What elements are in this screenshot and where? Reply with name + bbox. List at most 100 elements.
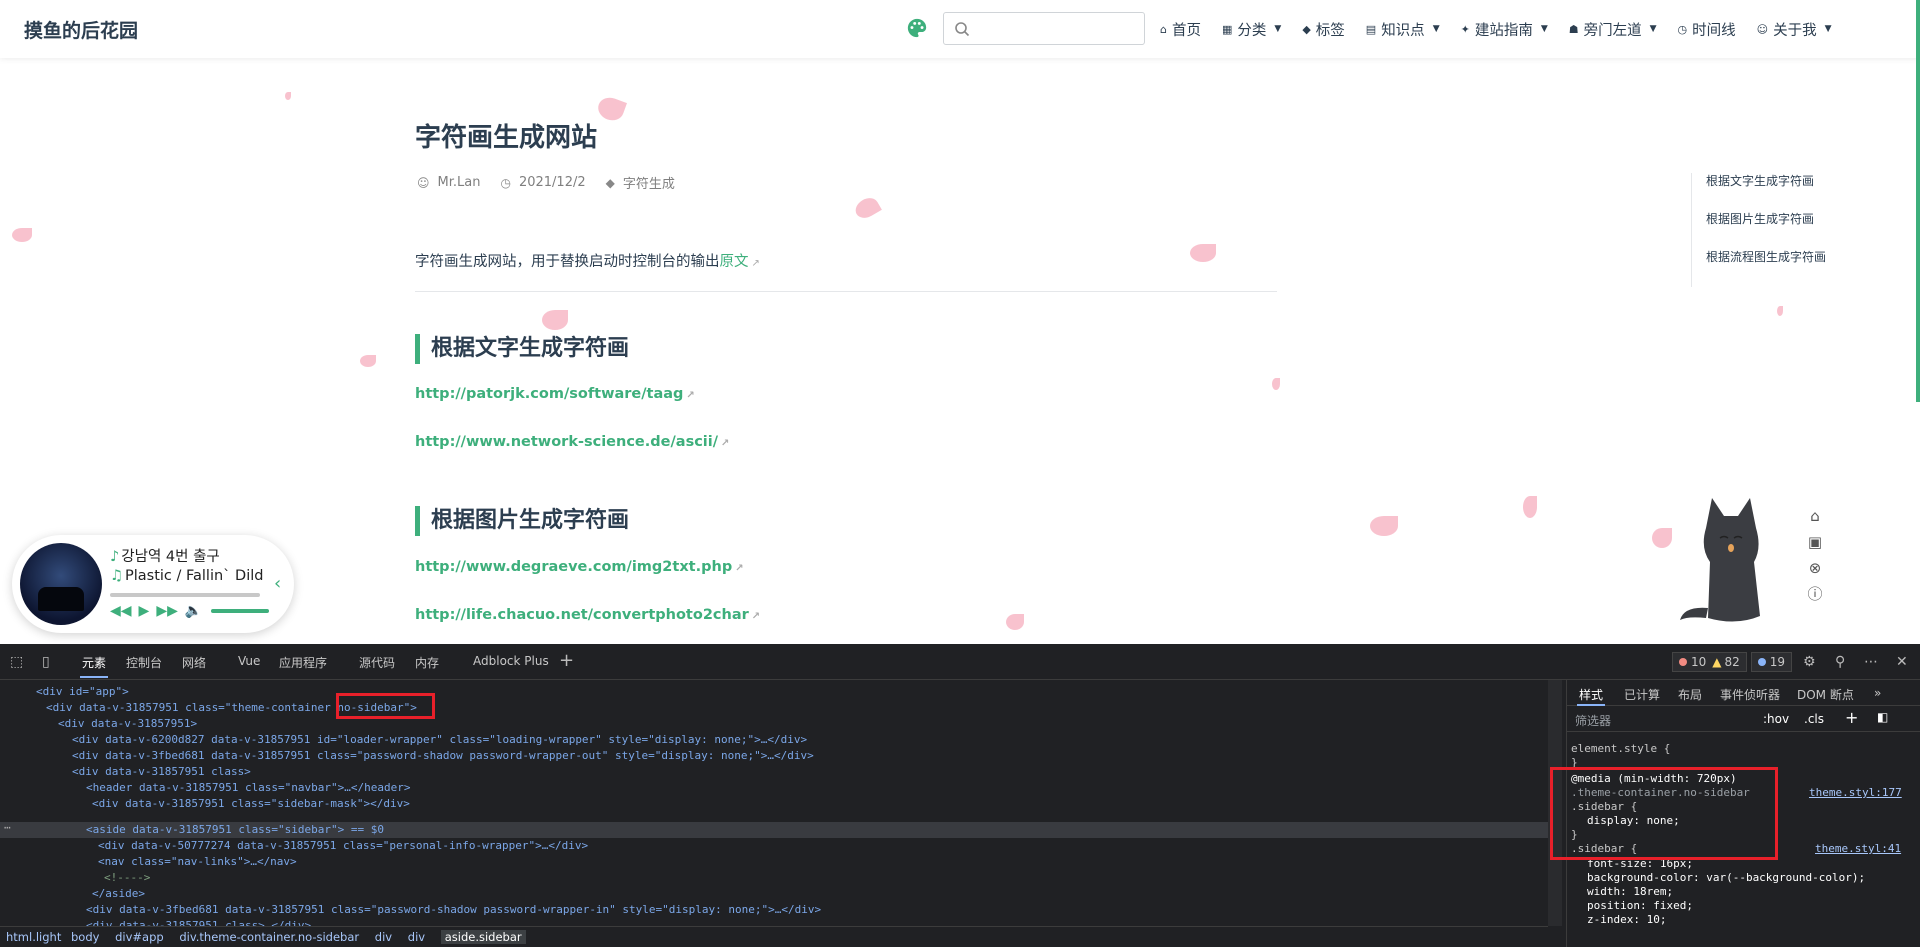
url-link[interactable]: http://life.chacuo.net/convertphoto2char… bbox=[415, 607, 760, 623]
breadcrumb-item[interactable]: div bbox=[375, 930, 392, 944]
dom-line[interactable]: <div data-v-3fbed681 data-v-31857951 cla… bbox=[72, 748, 814, 764]
style-rule-line[interactable]: width: 18rem; bbox=[1587, 885, 1673, 898]
tab-application[interactable]: 应用程序 bbox=[279, 654, 327, 671]
source-link[interactable]: 原文 bbox=[720, 254, 749, 270]
tab-sources[interactable]: 源代码 bbox=[359, 654, 395, 671]
petal-decoration bbox=[360, 355, 376, 367]
dom-line[interactable]: <header data-v-31857951 class="navbar">…… bbox=[86, 780, 411, 796]
url-link[interactable]: http://www.network-science.de/ascii/↗ bbox=[415, 434, 729, 450]
collapse-player-icon[interactable]: ‹ bbox=[274, 573, 281, 594]
issue-counts[interactable]: 10 ▲ 82 19 bbox=[1672, 652, 1796, 672]
toc-item[interactable]: 根据图片生成字符画 bbox=[1706, 211, 1826, 249]
home-icon[interactable]: ⌂ bbox=[1805, 506, 1825, 526]
nav-item-timeline[interactable]: ◷ 时间线 bbox=[1678, 19, 1736, 40]
style-rule-line[interactable]: background-color: var(--background-color… bbox=[1587, 871, 1865, 884]
breadcrumb-item[interactable]: div#app bbox=[115, 930, 164, 944]
info-icon[interactable]: ⓘ bbox=[1805, 584, 1825, 604]
toggle-sidebar-icon[interactable]: ◧ bbox=[1877, 710, 1888, 724]
dom-line[interactable]: <div data-v-31857951 class>…</div> bbox=[86, 918, 311, 926]
search-icon bbox=[955, 22, 970, 37]
chevron-down-icon: ▼ bbox=[1432, 24, 1440, 34]
album-cover[interactable] bbox=[20, 543, 102, 625]
breadcrumb-item[interactable]: body bbox=[71, 930, 99, 944]
palette-icon[interactable] bbox=[906, 17, 928, 39]
author[interactable]: Mr.Lan bbox=[438, 175, 481, 190]
add-rule-icon[interactable]: + bbox=[1845, 708, 1858, 727]
user-music-icon: ♫ bbox=[110, 568, 123, 584]
nav-item-tags[interactable]: ◆ 标签 bbox=[1302, 19, 1344, 40]
cls-toggle[interactable]: .cls bbox=[1804, 712, 1824, 726]
progress-bar[interactable] bbox=[110, 593, 260, 597]
article-tag[interactable]: 字符生成 bbox=[623, 173, 675, 192]
nav-item-about[interactable]: ☺ 关于我 ▼ bbox=[1757, 19, 1832, 40]
cat-mascot[interactable] bbox=[1676, 488, 1786, 628]
nav-item-guide[interactable]: ✦ 建站指南 ▼ bbox=[1461, 19, 1548, 40]
more-icon[interactable]: ⋯ bbox=[1864, 654, 1878, 670]
close-icon[interactable]: ✕ bbox=[1896, 654, 1908, 670]
site-name[interactable]: 摸鱼的后花园 bbox=[24, 16, 138, 43]
volume-icon[interactable]: 🔈 bbox=[185, 603, 202, 619]
customize-icon[interactable]: ⚲ bbox=[1835, 654, 1845, 670]
style-rule-line[interactable]: z-index: 10; bbox=[1587, 913, 1666, 926]
tag-icon: ◆ bbox=[605, 175, 615, 190]
tab-layout[interactable]: 布局 bbox=[1678, 686, 1702, 703]
music-note-icon: ♪ bbox=[110, 549, 120, 565]
toc-item[interactable]: 根据流程图生成字符画 bbox=[1706, 249, 1826, 287]
hov-toggle[interactable]: :hov bbox=[1763, 712, 1789, 726]
style-rule-line[interactable]: element.style { bbox=[1571, 742, 1670, 755]
filter-input[interactable]: 筛选器 bbox=[1575, 712, 1611, 729]
dom-line[interactable]: <!----> bbox=[104, 870, 150, 886]
nav-item-knowledge[interactable]: ▤ 知识点 ▼ bbox=[1366, 19, 1440, 40]
tab-computed[interactable]: 已计算 bbox=[1624, 686, 1660, 703]
inspect-icon[interactable]: ⬚ bbox=[10, 654, 23, 670]
tab-dom-breakpoints[interactable]: DOM 断点 bbox=[1797, 686, 1854, 703]
source-link[interactable]: theme.styl:177 bbox=[1809, 786, 1902, 799]
dom-line[interactable]: <div data-v-31857951 class> bbox=[72, 764, 251, 780]
dom-line[interactable]: <div data-v-50777274 data-v-31857951 cla… bbox=[98, 838, 588, 854]
breadcrumb-item[interactable]: html.light bbox=[6, 930, 61, 944]
more-tabs-icon[interactable]: » bbox=[1874, 686, 1881, 700]
gear-icon[interactable]: ⚙ bbox=[1803, 654, 1816, 670]
breadcrumb-item[interactable]: div.theme-container.no-sidebar bbox=[179, 930, 359, 944]
breadcrumb-item[interactable]: aside.sidebar bbox=[440, 930, 526, 944]
url-link[interactable]: http://patorjk.com/software/taag ↗ bbox=[415, 386, 695, 402]
tab-elements[interactable]: 元素 bbox=[79, 654, 109, 678]
close-icon[interactable]: ⊗ bbox=[1805, 558, 1825, 578]
dom-line[interactable]: <div data-v-3fbed681 data-v-31857951 cla… bbox=[86, 902, 821, 918]
tab-adblock[interactable]: Adblock Plus bbox=[473, 654, 549, 668]
dom-line[interactable]: <div data-v-31857951 class="sidebar-mask… bbox=[92, 796, 410, 812]
previous-icon[interactable]: ◀◀ bbox=[110, 603, 132, 619]
tab-event-listeners[interactable]: 事件侦听器 bbox=[1720, 686, 1780, 703]
search-input[interactable] bbox=[943, 12, 1145, 45]
source-link[interactable]: theme.styl:41 bbox=[1815, 842, 1901, 855]
nav-item-home[interactable]: ⌂ 首页 bbox=[1160, 19, 1201, 40]
style-rule-line[interactable]: position: fixed; bbox=[1587, 899, 1693, 912]
tab-memory[interactable]: 内存 bbox=[415, 654, 439, 671]
dom-line[interactable]: <nav class="nav-links">…</nav> bbox=[98, 854, 297, 870]
play-icon[interactable]: ▶ bbox=[139, 603, 150, 619]
dom-line[interactable]: <div data-v-6200d827 data-v-31857951 id=… bbox=[72, 732, 807, 748]
next-icon[interactable]: ▶▶ bbox=[156, 603, 178, 619]
clock-icon: ◷ bbox=[500, 175, 511, 190]
dom-line[interactable]: </aside> bbox=[92, 886, 145, 902]
dom-line-selected[interactable]: <aside data-v-31857951 class="sidebar"> … bbox=[86, 822, 384, 838]
volume-slider[interactable] bbox=[211, 609, 270, 613]
nav-item-category[interactable]: ▦ 分类 ▼ bbox=[1222, 19, 1281, 40]
add-tab-icon[interactable]: + bbox=[559, 650, 574, 671]
info-icon bbox=[1757, 658, 1766, 666]
clock-icon: ◷ bbox=[1677, 22, 1688, 36]
chat-icon[interactable]: ▣ bbox=[1805, 532, 1825, 552]
tab-vue[interactable]: Vue bbox=[238, 654, 260, 668]
tab-console[interactable]: 控制台 bbox=[126, 654, 162, 671]
device-toggle-icon[interactable]: ▯ bbox=[42, 654, 50, 670]
chevron-down-icon: ▼ bbox=[1540, 24, 1548, 34]
tab-network[interactable]: 网络 bbox=[182, 654, 206, 671]
petal-decoration bbox=[1523, 496, 1537, 518]
dom-line[interactable]: <div data-v-31857951> bbox=[58, 716, 197, 732]
url-link[interactable]: http://www.degraeve.com/img2txt.php ↗ bbox=[415, 559, 744, 575]
dom-line[interactable]: <div id="app"> bbox=[36, 684, 129, 700]
breadcrumb-item[interactable]: div bbox=[408, 930, 425, 944]
nav-item-misc[interactable]: ☗ 旁门左道 ▼ bbox=[1569, 19, 1657, 40]
toc-item[interactable]: 根据文字生成字符画 bbox=[1706, 173, 1826, 211]
tab-styles[interactable]: 样式 bbox=[1576, 686, 1606, 706]
